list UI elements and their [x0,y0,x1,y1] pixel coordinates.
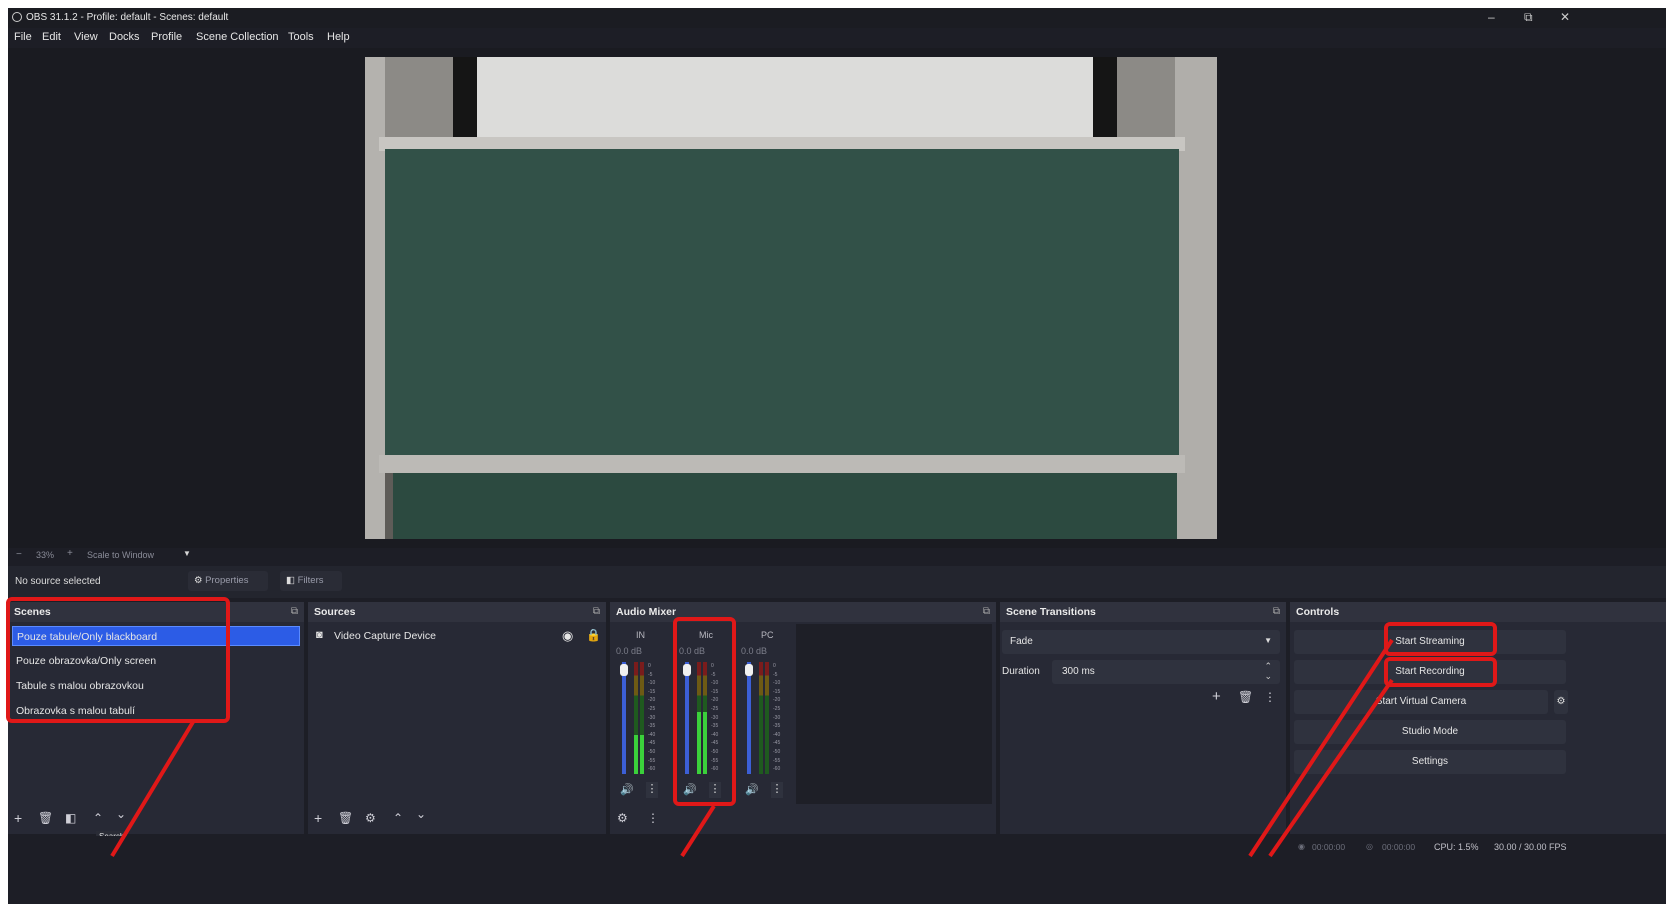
mic-pointer-line [680,804,716,858]
annotation-lines [110,638,1394,858]
scenes-pointer-line [110,720,195,858]
streaming-pointer-line [1248,638,1394,858]
recording-pointer-line [1268,678,1394,858]
